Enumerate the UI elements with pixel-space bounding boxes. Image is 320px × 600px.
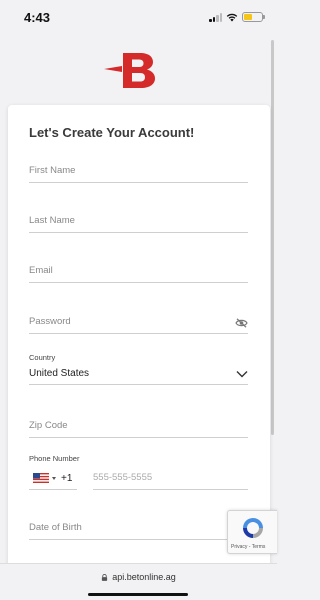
country-select[interactable]: United States (29, 363, 248, 385)
zip-code-placeholder: Zip Code (29, 420, 68, 431)
form-title: Let's Create Your Account! (29, 125, 195, 140)
recaptcha-icon (243, 518, 263, 538)
phone-number-input[interactable]: 555-555-5555 (93, 468, 248, 490)
date-of-birth-placeholder: Date of Birth (29, 522, 82, 533)
battery-icon (242, 12, 265, 22)
eye-slash-icon[interactable] (235, 318, 248, 328)
phone-number-placeholder: 555-555-5555 (93, 472, 153, 483)
wifi-icon (226, 13, 238, 22)
email-placeholder: Email (29, 265, 53, 276)
password-input[interactable]: Password (29, 312, 248, 334)
last-name-input[interactable]: Last Name (29, 211, 248, 233)
url-display[interactable]: api.betonline.ag (0, 572, 277, 582)
chevron-down-icon (236, 371, 248, 378)
page-scrollbar[interactable] (271, 40, 274, 435)
status-time: 4:43 (24, 10, 51, 25)
password-placeholder: Password (29, 316, 71, 327)
status-icons (209, 11, 265, 23)
browser-url-bar[interactable]: api.betonline.ag (0, 563, 277, 600)
email-input[interactable]: Email (29, 261, 248, 283)
url-text: api.betonline.ag (112, 572, 176, 582)
zip-code-input[interactable]: Zip Code (29, 416, 248, 438)
lock-icon (102, 574, 108, 581)
phone-number-label: Phone Number (29, 454, 80, 463)
country-value: United States (29, 368, 90, 379)
first-name-input[interactable]: First Name (29, 161, 248, 183)
signal-icon (209, 12, 222, 22)
date-of-birth-input[interactable]: Date of Birth (29, 518, 248, 540)
recaptcha-terms-link[interactable]: Privacy - Terms (231, 544, 265, 550)
first-name-placeholder: First Name (29, 165, 76, 176)
last-name-placeholder: Last Name (29, 215, 75, 226)
country-label: Country (29, 353, 56, 362)
country-code: +1 (61, 473, 73, 484)
caret-down-icon (52, 477, 56, 480)
home-indicator[interactable] (88, 593, 188, 596)
status-bar: 4:43 (0, 0, 277, 36)
betonline-logo (104, 53, 155, 88)
country-code-select[interactable]: +1 (29, 468, 77, 490)
recaptcha-badge[interactable]: Privacy - Terms (227, 510, 277, 554)
us-flag-icon (33, 473, 49, 483)
signup-form-card: Let's Create Your Account! First Name La… (8, 105, 270, 575)
